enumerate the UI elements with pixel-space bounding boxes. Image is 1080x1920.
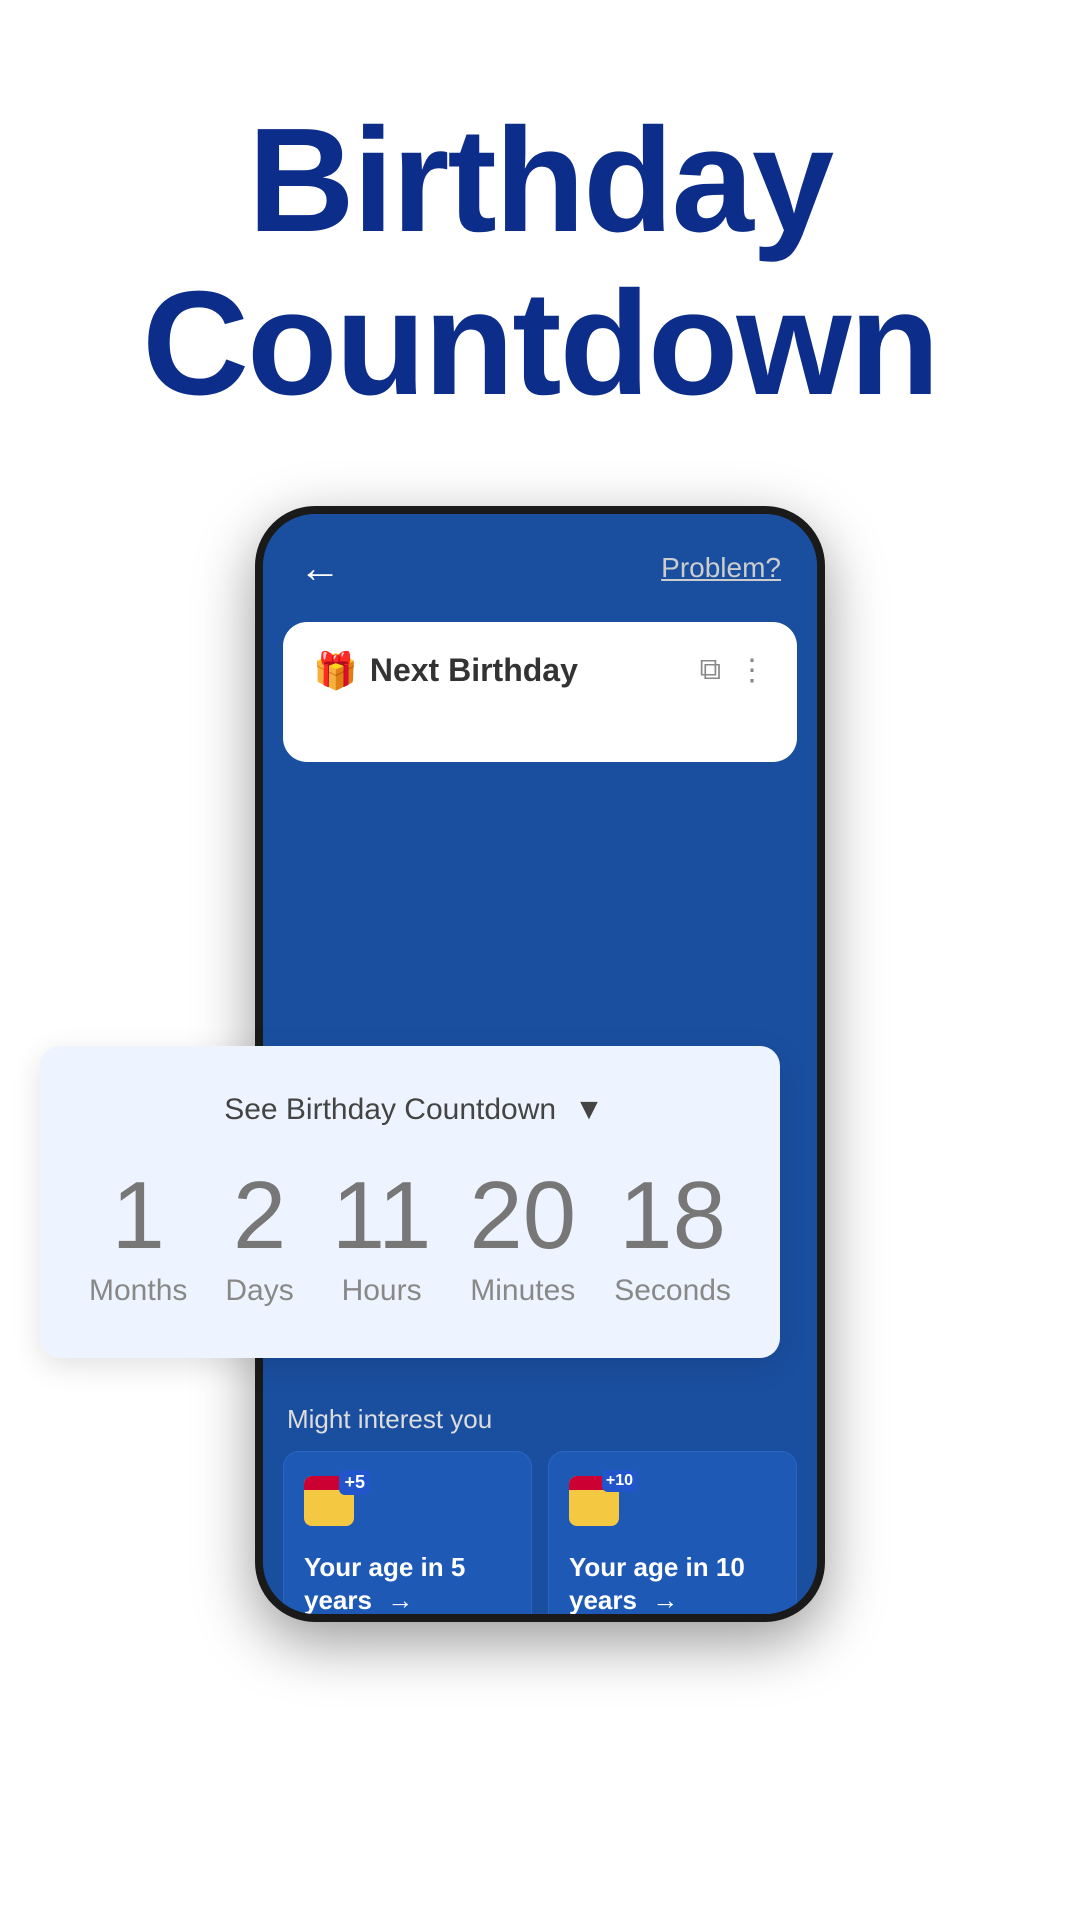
- back-button[interactable]: ←: [299, 544, 341, 592]
- age-10-icon: +10: [569, 1476, 776, 1537]
- gift-icon: 🎁: [313, 650, 358, 692]
- countdown-hours: 11 Hours: [332, 1168, 432, 1308]
- birthday-card: 🎁 Next Birthday ⧉ ⋮: [283, 622, 797, 762]
- countdown-days: 2 Days: [225, 1168, 293, 1308]
- share-button[interactable]: ⋮: [737, 653, 767, 688]
- countdown-title: See Birthday Countdown ▼: [70, 1086, 750, 1128]
- age-5-card[interactable]: +5 Your age in 5 years →: [283, 1451, 532, 1614]
- age-5-text: Your age in 5 years →: [304, 1551, 511, 1614]
- header-section: Birthday Countdown: [0, 0, 1080, 506]
- countdown-units: 1 Months 2 Days 11 Hours 20 Minutes 18 S…: [70, 1168, 750, 1308]
- age-10-card[interactable]: +10 Your age in 10 years →: [548, 1451, 797, 1614]
- phone-wrapper: See Birthday Countdown ▼ 1 Months 2 Days…: [0, 506, 1080, 1622]
- age-10-text: Your age in 10 years →: [569, 1551, 776, 1614]
- main-title: Birthday Countdown: [60, 100, 1020, 426]
- interest-cards: +5 Your age in 5 years →: [283, 1451, 797, 1614]
- countdown-months: 1 Months: [89, 1168, 187, 1308]
- problem-link[interactable]: Problem?: [661, 552, 781, 584]
- birthday-card-header: 🎁 Next Birthday ⧉ ⋮: [313, 650, 767, 692]
- countdown-seconds: 18 Seconds: [614, 1168, 731, 1308]
- copy-button[interactable]: ⧉: [700, 653, 721, 688]
- birthday-card-title: 🎁 Next Birthday: [313, 650, 578, 692]
- might-interest-section: Might interest you +5: [263, 1384, 817, 1614]
- might-interest-title: Might interest you: [283, 1404, 797, 1435]
- age-5-arrow: →: [387, 1584, 413, 1613]
- phone-top-bar: ← Problem?: [263, 514, 817, 612]
- countdown-overlay: See Birthday Countdown ▼ 1 Months 2 Days…: [40, 1046, 780, 1358]
- age-5-icon: +5: [304, 1476, 511, 1537]
- card-actions: ⧉ ⋮: [700, 653, 767, 688]
- age-10-arrow: →: [652, 1584, 678, 1613]
- countdown-minutes: 20 Minutes: [469, 1168, 576, 1308]
